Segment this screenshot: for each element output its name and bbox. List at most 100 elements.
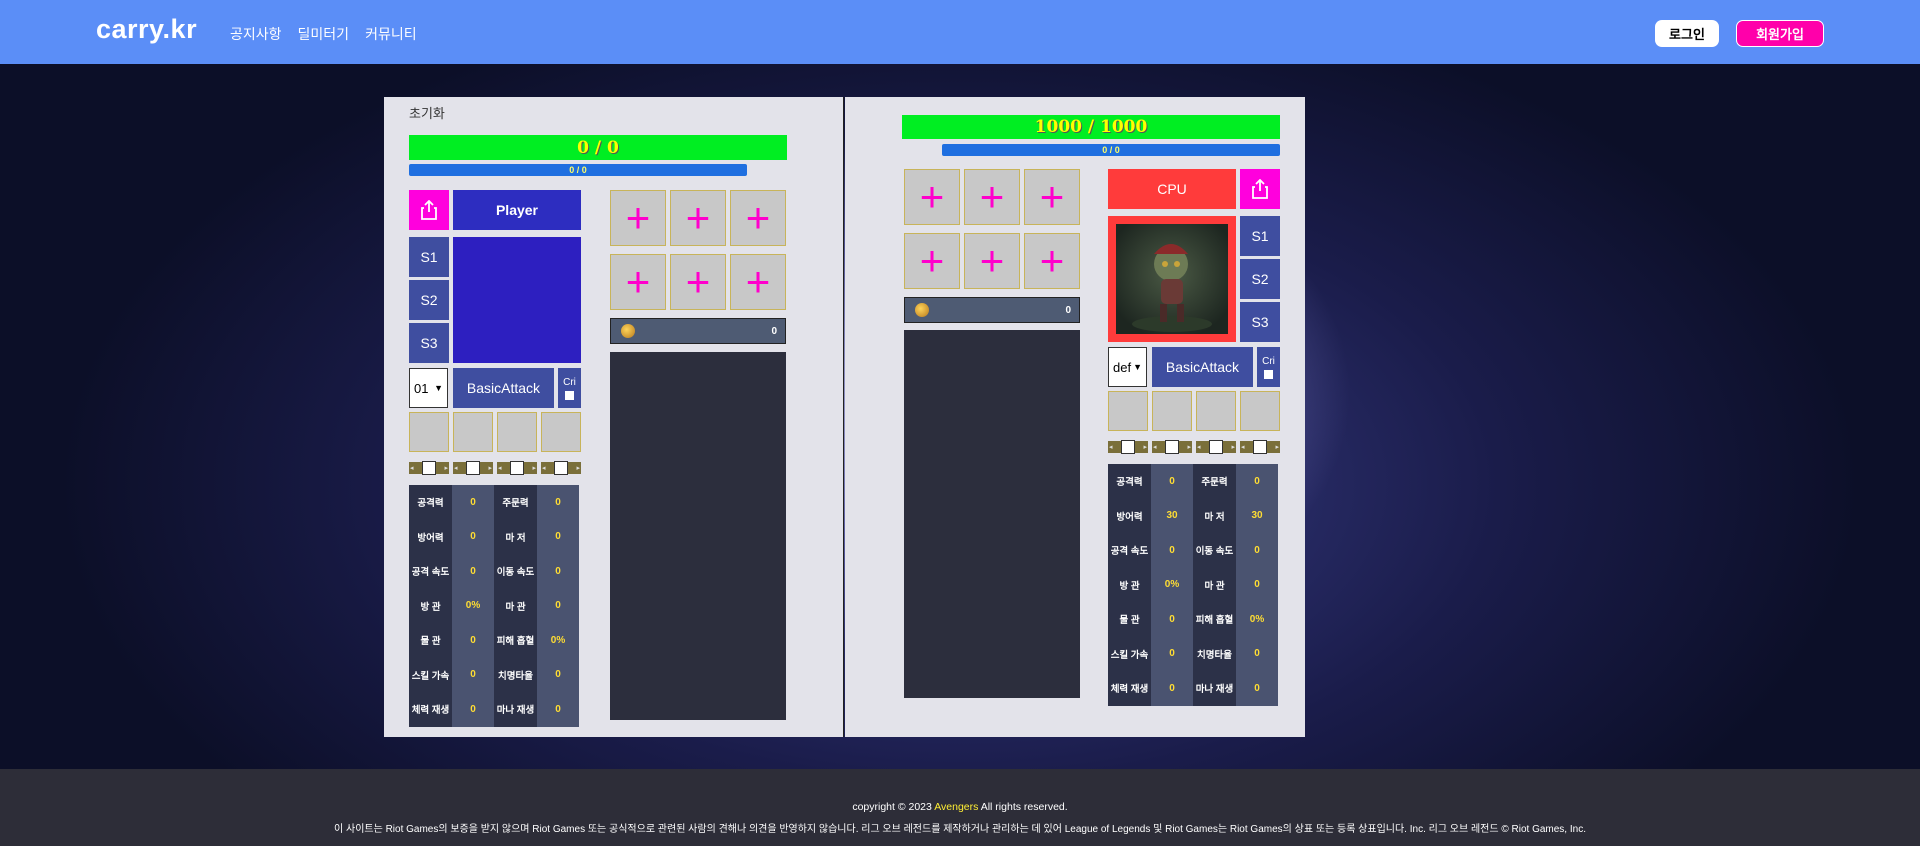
player-rune-stepper[interactable]: ◂ ▸ [497, 461, 537, 475]
left-arrow-icon[interactable]: ◂ [454, 464, 458, 472]
plus-icon: + [979, 237, 1005, 284]
stat-label: 방어력 [1108, 498, 1151, 533]
right-arrow-icon[interactable]: ▸ [1143, 443, 1147, 451]
site-logo[interactable]: carry.kr [96, 14, 197, 45]
cpu-item-slot-add[interactable]: + [1024, 233, 1080, 289]
cpu-skill-s3[interactable]: S3 [1240, 302, 1280, 342]
cpu-rune-stepper[interactable]: ◂ ▸ [1108, 440, 1148, 454]
rune-checkbox[interactable] [554, 461, 568, 475]
nav-notice[interactable]: 공지사항 [230, 24, 282, 44]
cpu-gold-bar: 0 [904, 297, 1080, 323]
crit-checkbox[interactable] [1264, 369, 1273, 379]
cpu-rune-slot[interactable] [1152, 391, 1192, 431]
player-rune-slot[interactable] [453, 412, 493, 452]
right-arrow-icon[interactable]: ▸ [576, 464, 580, 472]
rune-checkbox[interactable] [1253, 440, 1267, 454]
player-item-slot-add[interactable]: + [610, 190, 666, 246]
player-rune-stepper[interactable]: ◂ ▸ [409, 461, 449, 475]
plus-icon: + [1039, 237, 1065, 284]
rune-checkbox[interactable] [1209, 440, 1223, 454]
cpu-item-slot-add[interactable]: + [964, 169, 1020, 225]
cpu-rune-stepper[interactable]: ◂ ▸ [1152, 440, 1192, 454]
cpu-item-slot-add[interactable]: + [904, 169, 960, 225]
player-item-slot-add[interactable]: + [670, 190, 726, 246]
player-item-slot-add[interactable]: + [610, 254, 666, 310]
player-rune-slot[interactable] [409, 412, 449, 452]
player-item-slot-add[interactable]: + [730, 190, 786, 246]
player-share-button[interactable] [409, 190, 449, 230]
cpu-rune-slot[interactable] [1108, 391, 1148, 431]
left-arrow-icon[interactable]: ◂ [542, 464, 546, 472]
stat-value: 0 [452, 657, 494, 692]
cpu-basic-attack-button[interactable]: BasicAttack [1152, 347, 1253, 387]
stat-label: 체력 재생 [409, 692, 452, 727]
left-arrow-icon[interactable]: ◂ [410, 464, 414, 472]
stat-label: 마나 재생 [1193, 671, 1236, 706]
stat-label: 이동 속도 [1193, 533, 1236, 568]
stat-label: 물 관 [1108, 602, 1151, 637]
player-item-slot-add[interactable]: + [670, 254, 726, 310]
player-skill-s2[interactable]: S2 [409, 280, 449, 320]
player-crit-toggle[interactable]: Cri [558, 368, 581, 408]
left-arrow-icon[interactable]: ◂ [1109, 443, 1113, 451]
player-skill-s3[interactable]: S3 [409, 323, 449, 363]
cpu-crit-toggle[interactable]: Cri [1257, 347, 1280, 387]
crit-label: Cri [563, 376, 576, 388]
cpu-defense-select[interactable]: def ▼ [1108, 347, 1147, 387]
player-rune-slot[interactable] [497, 412, 537, 452]
nav-community[interactable]: 커뮤니티 [365, 24, 417, 44]
player-skill-s1[interactable]: S1 [409, 237, 449, 277]
stat-value: 0 [1236, 567, 1278, 602]
cpu-skill-s1[interactable]: S1 [1240, 216, 1280, 256]
left-arrow-icon[interactable]: ◂ [498, 464, 502, 472]
player-basic-attack-button[interactable]: BasicAttack [453, 368, 554, 408]
reset-button[interactable]: 초기화 [409, 103, 445, 122]
right-arrow-icon[interactable]: ▸ [444, 464, 448, 472]
left-arrow-icon[interactable]: ◂ [1153, 443, 1157, 451]
stat-value: 0 [1236, 671, 1278, 706]
player-rune-stepper[interactable]: ◂ ▸ [541, 461, 581, 475]
cpu-rune-stepper[interactable]: ◂ ▸ [1196, 440, 1236, 454]
stat-value: 0 [452, 554, 494, 589]
right-arrow-icon[interactable]: ▸ [1187, 443, 1191, 451]
left-arrow-icon[interactable]: ◂ [1197, 443, 1201, 451]
cpu-rune-slot[interactable] [1196, 391, 1236, 431]
cpu-item-slot-add[interactable]: + [1024, 169, 1080, 225]
cpu-rune-stepper[interactable]: ◂ ▸ [1240, 440, 1280, 454]
rune-checkbox[interactable] [1165, 440, 1179, 454]
cpu-rune-slot[interactable] [1240, 391, 1280, 431]
cpu-champion-portrait[interactable] [1108, 216, 1236, 342]
cpu-item-slot-add[interactable]: + [904, 233, 960, 289]
cpu-item-slot-add[interactable]: + [964, 233, 1020, 289]
player-item-slot-add[interactable]: + [730, 254, 786, 310]
rune-checkbox[interactable] [510, 461, 524, 475]
nav-dps-meter[interactable]: 딜미터기 [298, 24, 350, 44]
rune-checkbox[interactable] [422, 461, 436, 475]
right-arrow-icon[interactable]: ▸ [1275, 443, 1279, 451]
player-champion-portrait[interactable] [453, 237, 581, 363]
stat-label: 공격 속도 [409, 554, 452, 589]
rune-checkbox[interactable] [1121, 440, 1135, 454]
cpu-skill-s2[interactable]: S2 [1240, 259, 1280, 299]
stat-label: 스킬 가속 [409, 657, 452, 692]
right-arrow-icon[interactable]: ▸ [488, 464, 492, 472]
rune-checkbox[interactable] [466, 461, 480, 475]
footer-disclaimer: 이 사이트는 Riot Games의 보증을 받지 않으며 Riot Games… [334, 824, 1586, 835]
stat-value: 0 [1236, 464, 1278, 499]
player-rune-stepper[interactable]: ◂ ▸ [453, 461, 493, 475]
signup-button[interactable]: 회원가입 [1736, 20, 1824, 47]
plus-icon: + [1039, 173, 1065, 220]
stat-label: 주문력 [1193, 464, 1236, 499]
right-arrow-icon[interactable]: ▸ [532, 464, 536, 472]
copyright-team[interactable]: Avengers [934, 801, 978, 813]
player-level-select[interactable]: 01 ▼ [409, 368, 448, 408]
crit-checkbox[interactable] [565, 390, 574, 400]
player-rune-slot[interactable] [541, 412, 581, 452]
login-button[interactable]: 로그인 [1655, 20, 1719, 47]
stat-value: 0 [452, 519, 494, 554]
cpu-share-button[interactable] [1240, 169, 1280, 209]
left-arrow-icon[interactable]: ◂ [1241, 443, 1245, 451]
stat-value: 0 [537, 692, 579, 727]
right-arrow-icon[interactable]: ▸ [1231, 443, 1235, 451]
stat-value: 30 [1151, 498, 1193, 533]
